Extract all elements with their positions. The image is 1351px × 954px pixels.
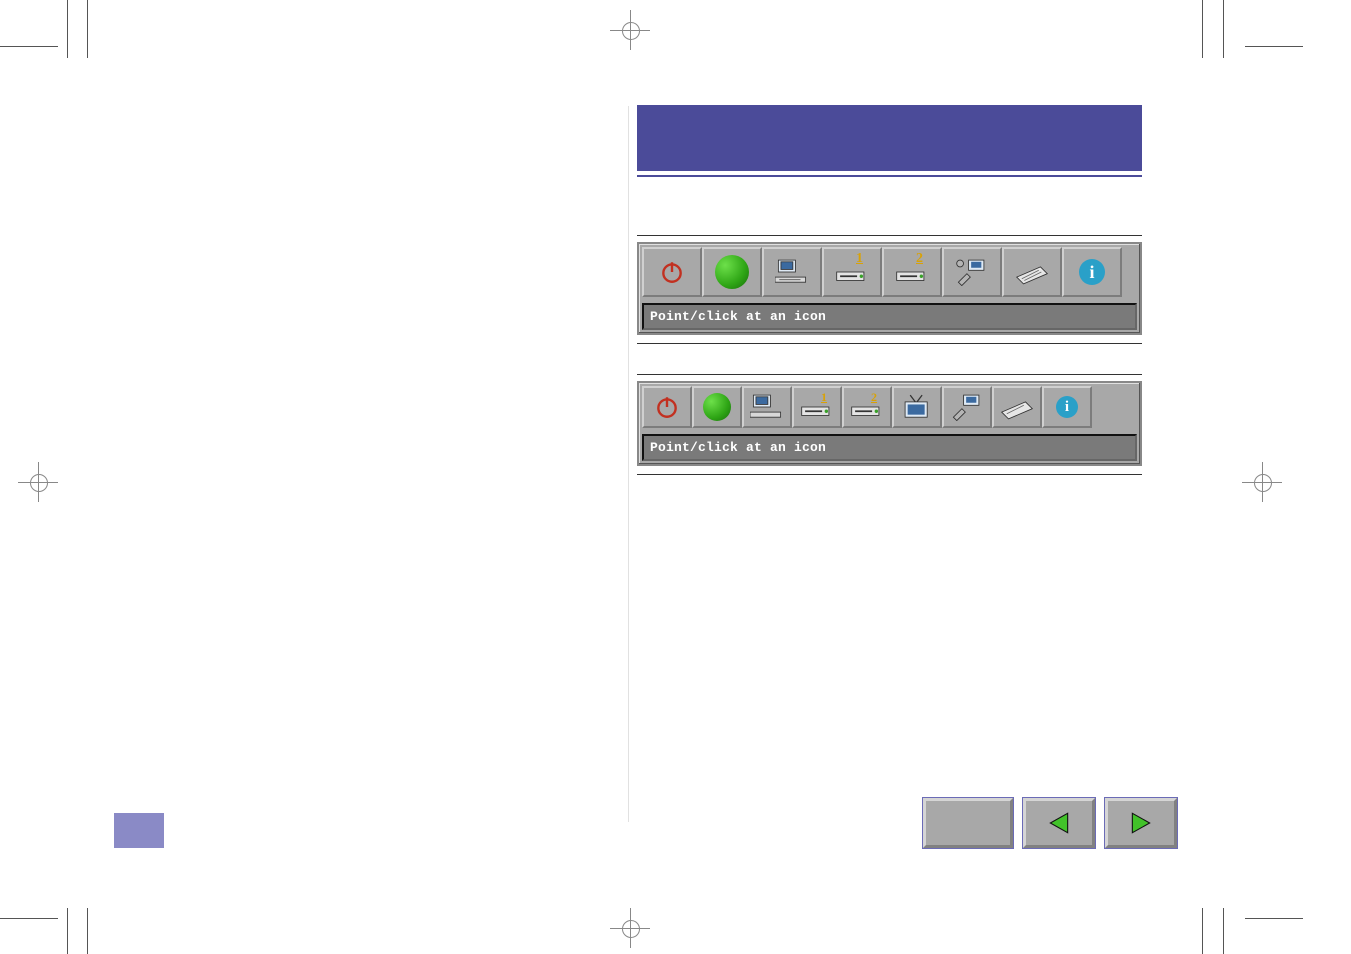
drive-number: 2 xyxy=(871,390,877,405)
board-button[interactable] xyxy=(992,386,1042,428)
toolbar-1: 1 2 xyxy=(637,242,1142,335)
power-icon xyxy=(654,394,680,420)
triangle-left-icon xyxy=(1046,810,1072,836)
drive-number: 1 xyxy=(821,390,827,405)
nav-next-button[interactable] xyxy=(1105,798,1177,848)
section-top-rule xyxy=(637,374,1142,375)
tv-icon xyxy=(900,393,934,421)
drive-2-button[interactable]: 2 xyxy=(882,247,942,297)
info-icon: i xyxy=(1056,396,1078,418)
power-button[interactable] xyxy=(642,247,702,297)
page-tab xyxy=(114,813,164,848)
tools-button[interactable] xyxy=(942,247,1002,297)
drive-icon xyxy=(895,258,929,286)
power-button[interactable] xyxy=(642,386,692,428)
section-bottom-rule xyxy=(637,343,1142,344)
status-light-button[interactable] xyxy=(702,247,762,297)
drive-1-button[interactable]: 1 xyxy=(822,247,882,297)
toolbar-2: 1 2 xyxy=(637,381,1142,466)
computer-button[interactable] xyxy=(742,386,792,428)
tools-icon xyxy=(955,258,989,286)
nav-buttons xyxy=(923,798,1177,848)
info-icon: i xyxy=(1079,259,1105,285)
computer-icon xyxy=(750,393,784,421)
status-light-button[interactable] xyxy=(692,386,742,428)
tools-icon xyxy=(950,393,984,421)
status-light-icon xyxy=(703,393,731,421)
reg-mark-left xyxy=(18,462,58,502)
drive-number: 2 xyxy=(916,251,923,267)
reg-mark-bottom xyxy=(610,908,650,948)
nav-prev-button[interactable] xyxy=(1023,798,1095,848)
info-button[interactable]: i xyxy=(1042,386,1092,428)
toolbar-status: Point/click at an icon xyxy=(642,434,1137,461)
drive-icon xyxy=(850,393,884,421)
reg-mark-top xyxy=(610,10,650,50)
board-icon xyxy=(1000,393,1034,421)
board-icon xyxy=(1015,258,1049,286)
page-banner xyxy=(637,105,1142,171)
power-icon xyxy=(659,259,685,285)
triangle-right-icon xyxy=(1128,810,1154,836)
reg-mark-right xyxy=(1242,462,1282,502)
tools-button[interactable] xyxy=(942,386,992,428)
drive-2-button[interactable]: 2 xyxy=(842,386,892,428)
status-light-icon xyxy=(715,255,749,289)
section-bottom-rule xyxy=(637,474,1142,475)
nav-blank-button[interactable] xyxy=(923,798,1013,848)
drive-icon xyxy=(800,393,834,421)
tv-button[interactable] xyxy=(892,386,942,428)
toolbar-status: Point/click at an icon xyxy=(642,303,1137,330)
drive-icon xyxy=(835,258,869,286)
drive-1-button[interactable]: 1 xyxy=(792,386,842,428)
computer-button[interactable] xyxy=(762,247,822,297)
drive-number: 1 xyxy=(856,251,863,267)
computer-icon xyxy=(775,258,809,286)
page-content: 1 2 xyxy=(637,105,1142,505)
board-button[interactable] xyxy=(1002,247,1062,297)
section-top-rule xyxy=(637,235,1142,236)
info-button[interactable]: i xyxy=(1062,247,1122,297)
